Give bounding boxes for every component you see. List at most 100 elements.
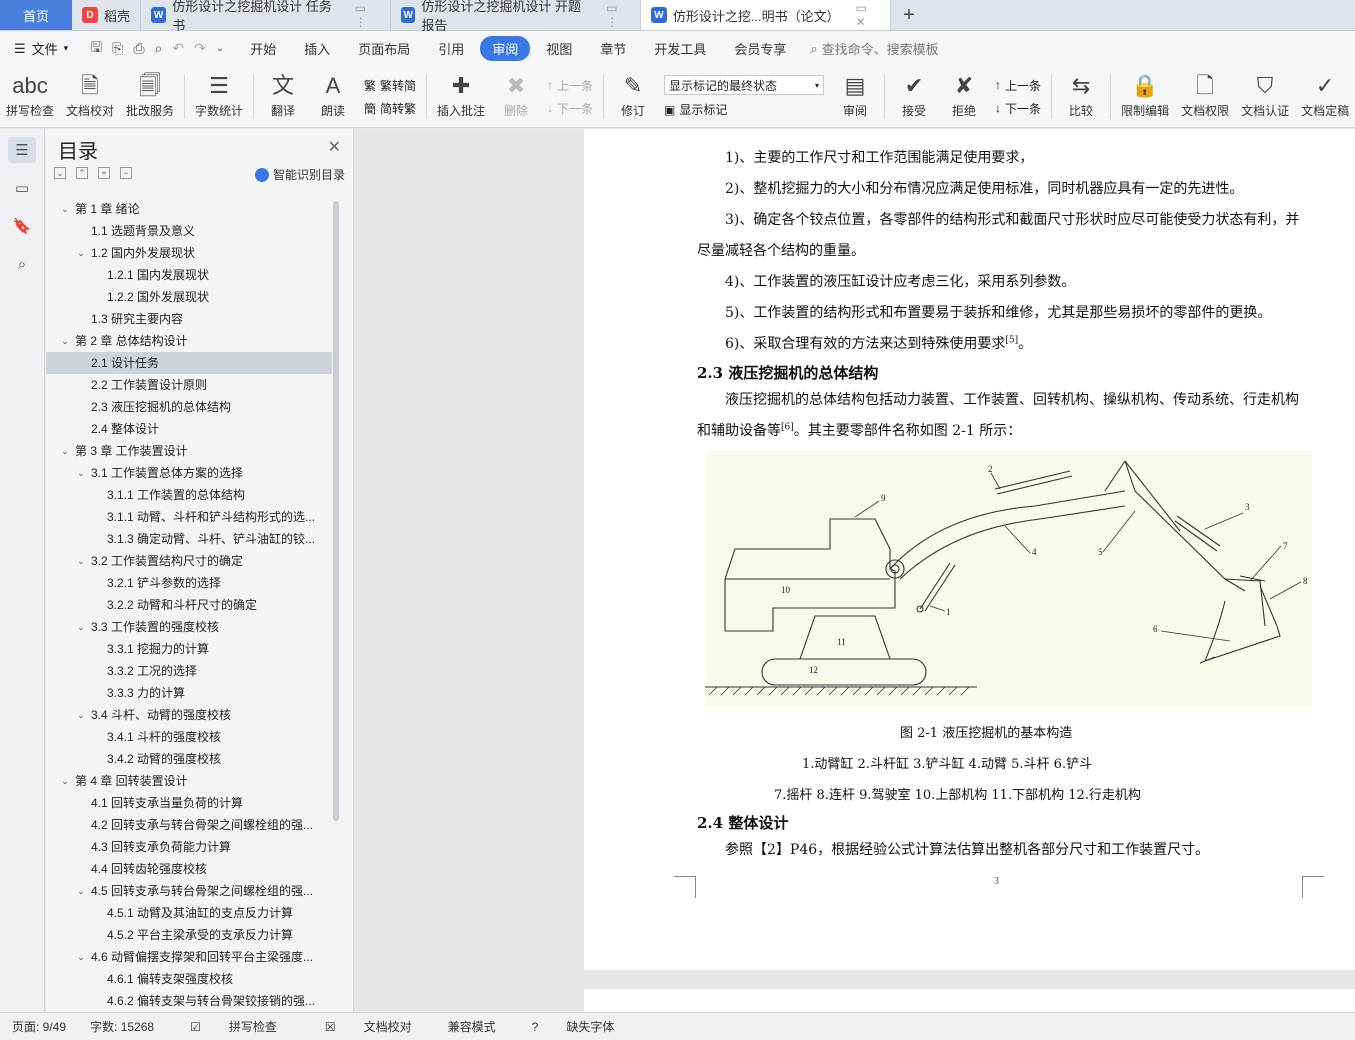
save-icon[interactable]: 🖫 — [90, 37, 102, 61]
read-aloud-button[interactable]: A 朗读 — [308, 66, 358, 127]
toc-item[interactable]: 1.2.2 国外发展现状 — [46, 286, 332, 308]
toc-item[interactable]: 3.2.2 动臂和斗杆尺寸的确定 — [46, 594, 332, 616]
spellcheck-status[interactable]: ☑ 拼写检查 — [166, 1018, 301, 1035]
reject-button[interactable]: ✘ 拒绝 — [939, 66, 989, 127]
smart-toc-button[interactable]: 智能识别目录 — [254, 166, 345, 183]
menu-item[interactable]: 视图 — [534, 36, 584, 61]
menu-item[interactable]: 开发工具 — [642, 36, 718, 61]
chevron-down-icon[interactable]: ⌄ — [74, 946, 88, 968]
toc-item[interactable]: ⌄ 3.3 工作装置的强度校核 — [46, 616, 332, 638]
markup-state-select[interactable]: 显示标记的最终状态 ▾ — [664, 75, 825, 95]
chevron-down-icon[interactable]: ⌄ — [74, 242, 88, 264]
toc-item[interactable]: 1.1 选题背景及意义 — [46, 220, 332, 242]
toc-scrollbar[interactable] — [333, 201, 339, 821]
remove-heading-icon[interactable]: − — [120, 167, 132, 179]
review-pane-button[interactable]: ▤ 审阅 — [830, 66, 880, 127]
chevron-down-icon[interactable]: ⌄ — [58, 330, 72, 352]
toc-item[interactable]: ⌄ 1.2 国内外发展现状 — [46, 242, 332, 264]
toc-item[interactable]: 3.4.1 斗杆的强度校核 — [46, 726, 332, 748]
search-icon[interactable]: ⌕ — [8, 251, 36, 277]
toc-item[interactable]: 3.2.1 铲斗参数的选择 — [46, 572, 332, 594]
accept-button[interactable]: ✔ 接受 — [889, 66, 939, 127]
document-area[interactable]: 1)、主要的工作尺寸和工作范围能满足使用要求， 2)、整机挖掘力的大小和分布情况… — [355, 129, 1355, 1012]
customize-icon[interactable]: ⌄ — [216, 43, 224, 54]
file-menu[interactable]: ☰ 文件 ▾ — [0, 39, 82, 58]
chevron-down-icon[interactable]: ⌄ — [58, 770, 72, 792]
word-count-button[interactable]: ☰ 字数统计 — [189, 66, 249, 127]
doc-check-status[interactable]: ☒ 文档校对 — [301, 1018, 436, 1035]
expand-all-icon[interactable]: ⌃ — [76, 167, 88, 179]
toc-item[interactable]: 2.1 设计任务 — [46, 352, 332, 374]
toc-item[interactable]: 3.3.2 工况的选择 — [46, 660, 332, 682]
toc-item[interactable]: 3.3.1 挖掘力的计算 — [46, 638, 332, 660]
chevron-down-icon[interactable]: ⌄ — [74, 704, 88, 726]
tab-options-icon[interactable]: ▭ ⋮ — [606, 1, 630, 29]
next-change-button[interactable]: ↓ 下一条 — [995, 100, 1041, 117]
chevron-down-icon[interactable]: ⌄ — [74, 550, 88, 572]
toc-item[interactable]: 4.6.2 偏转支架与转台骨架铰接销的强... — [46, 990, 332, 1008]
bookmark-icon[interactable]: 🔖 — [8, 213, 36, 239]
doc-check-button[interactable]: 🗎 文档校对 — [60, 66, 120, 127]
word-count[interactable]: 字数: 15268 — [78, 1018, 166, 1035]
toc-item[interactable]: ⌄ 第 1 章 绪论 — [46, 198, 332, 220]
toc-item[interactable]: 4.5.1 动臂及其油缸的支点反力计算 — [46, 902, 332, 924]
toc-item[interactable]: 4.5.2 平台主梁承受的支承反力计算 — [46, 924, 332, 946]
toc-item[interactable]: 2.3 液压挖掘机的总体结构 — [46, 396, 332, 418]
toc-item[interactable]: 4.4 回转齿轮强度校核 — [46, 858, 332, 880]
toc-panel-icon[interactable]: ☰ — [8, 137, 36, 163]
collapse-all-icon[interactable]: ⌄ — [54, 167, 66, 179]
chevron-down-icon[interactable]: ⌄ — [74, 462, 88, 484]
menu-item[interactable]: 章节 — [588, 36, 638, 61]
toc-item[interactable]: ⌄ 第 3 章 工作装置设计 — [46, 440, 332, 462]
toc-item[interactable]: 3.1.1 工作装置的总体结构 — [46, 484, 332, 506]
toc-item[interactable]: 4.6.1 偏转支架强度校核 — [46, 968, 332, 990]
print-preview-icon[interactable]: ⌕ — [155, 40, 163, 57]
document-page[interactable]: 1)、主要的工作尺寸和工作范围能满足使用要求， 2)、整机挖掘力的大小和分布情况… — [584, 129, 1355, 970]
chevron-down-icon[interactable]: ⌄ — [74, 616, 88, 638]
chevron-down-icon[interactable]: ⌄ — [58, 440, 72, 462]
toc-item[interactable]: ⌄ 4.5 回转支承与转台骨架之间螺栓组的强... — [46, 880, 332, 902]
command-search[interactable]: ⌕ 查找命令、搜索模板 — [810, 39, 938, 58]
print-icon[interactable]: ⎙ — [133, 40, 144, 57]
tab-doc-proposal[interactable]: W 仿形设计之挖掘机设计 开题报告 ▭ ⋮ — [391, 0, 642, 33]
revise-button[interactable]: ✎ 修订 — [608, 66, 658, 127]
tab-home[interactable]: 首页 — [0, 0, 72, 30]
next-comment-button[interactable]: ↓ 下一条 — [547, 100, 593, 117]
compare-button[interactable]: ⇆ 比较 — [1056, 66, 1106, 127]
page-indicator[interactable]: 页面: 9/49 — [0, 1018, 78, 1035]
toc-item[interactable]: ⌄ 3.2 工作装置结构尺寸的确定 — [46, 550, 332, 572]
prev-change-button[interactable]: ↑ 上一条 — [995, 77, 1041, 94]
toc-item[interactable]: 4.2 回转支承与转台骨架之间螺栓组的强... — [46, 814, 332, 836]
add-heading-icon[interactable]: + — [98, 167, 110, 179]
export-icon[interactable]: ⎘ — [112, 40, 123, 57]
doc-permission-button[interactable]: 🗋 文档权限 — [1175, 66, 1235, 127]
toc-item[interactable]: 4.1 回转支承当量负荷的计算 — [46, 792, 332, 814]
spellcheck-button[interactable]: abc 拼写检查 — [0, 66, 60, 127]
tab-doc-task[interactable]: W 仿形设计之挖掘机设计 任务书 ▭ ⋮ — [141, 0, 392, 33]
undo-icon[interactable]: ↶ — [172, 40, 184, 57]
batch-service-button[interactable]: 🗐 批改服务 — [120, 66, 180, 127]
menu-item[interactable]: 开始 — [238, 36, 288, 61]
simp-to-trad-button[interactable]: 簡简转繁 — [364, 100, 416, 117]
prev-comment-button[interactable]: ↑ 上一条 — [547, 77, 593, 94]
doc-final-button[interactable]: ✓ 文档定稿 — [1295, 66, 1355, 127]
toc-item[interactable]: 4.3 回转支承负荷能力计算 — [46, 836, 332, 858]
toc-item[interactable]: 3.1.3 确定动臂、斗杆、铲斗油缸的铰... — [46, 528, 332, 550]
toc-item[interactable]: 2.2 工作装置设计原则 — [46, 374, 332, 396]
toc-item[interactable]: ⌄ 第 4 章 回转装置设计 — [46, 770, 332, 792]
translate-button[interactable]: 文翻译 — [258, 66, 308, 127]
show-markup-button[interactable]: ▣ 显示标记 — [664, 101, 824, 118]
menu-item[interactable]: 页面布局 — [346, 36, 422, 61]
toc-item[interactable]: 3.1.1 动臂、斗杆和铲斗结构形式的选... — [46, 506, 332, 528]
menu-item[interactable]: 插入 — [292, 36, 342, 61]
chevron-down-icon[interactable]: ⌄ — [74, 880, 88, 902]
toc-item[interactable]: ⌄ 第 2 章 总体结构设计 — [46, 330, 332, 352]
tab-doc-thesis[interactable]: W 仿形设计之挖...明书（论文） ▭ ✕ — [641, 0, 892, 30]
chevron-down-icon[interactable]: ⌄ — [58, 198, 72, 220]
toc-item[interactable]: ⌄ 3.1 工作装置总体方案的选择 — [46, 462, 332, 484]
toc-item[interactable]: 2.4 整体设计 — [46, 418, 332, 440]
tab-close-icon[interactable]: ▭ ✕ — [856, 1, 880, 29]
menu-item[interactable]: 引用 — [426, 36, 476, 61]
doc-cert-button[interactable]: ⛉ 文档认证 — [1235, 66, 1295, 127]
toc-item[interactable]: 3.4.2 动臂的强度校核 — [46, 748, 332, 770]
